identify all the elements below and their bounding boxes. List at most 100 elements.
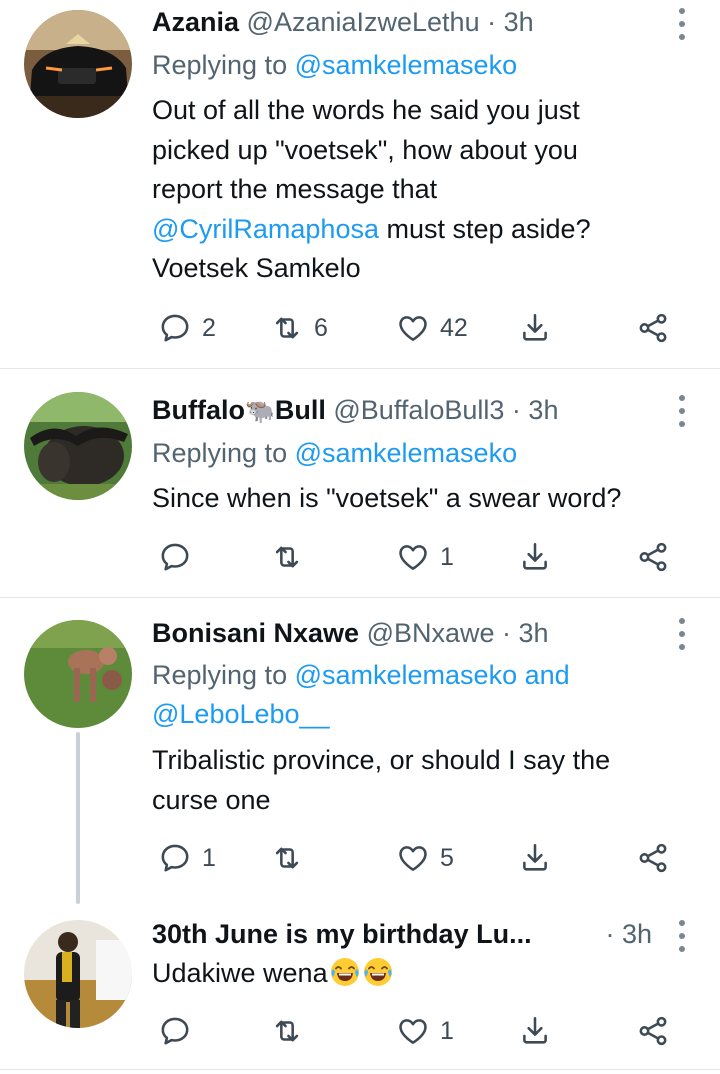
download-icon — [518, 841, 552, 875]
download-button[interactable] — [518, 537, 552, 577]
like-button[interactable]: 1 — [396, 1011, 454, 1051]
laughing-crying-emoji-icon — [329, 956, 361, 988]
reply-button[interactable] — [158, 1011, 192, 1051]
more-vertical-icon[interactable] — [676, 395, 688, 427]
display-name[interactable]: 30th June is my birthday Lu... — [152, 919, 532, 949]
reply-count: 1 — [202, 843, 216, 872]
display-name[interactable]: Bonisani Nxawe — [152, 618, 359, 648]
avatar[interactable] — [24, 920, 132, 1028]
retweet-icon — [270, 841, 304, 875]
action-bar: 1 5 — [152, 838, 692, 878]
reply-icon — [158, 1014, 192, 1048]
tweet-text-line: Tribalistic province, or should I say th… — [152, 745, 611, 775]
like-button[interactable]: 42 — [396, 308, 468, 348]
divider — [0, 1069, 720, 1070]
share-button[interactable] — [636, 537, 670, 577]
user-handle[interactable]: @BuffaloBull3 — [333, 395, 504, 425]
tweet-text: Tribalistic province, or should I say th… — [152, 741, 680, 820]
tweet-bonisani-nxawe[interactable]: Bonisani Nxawe @BNxawe · 3h Replying to … — [0, 598, 720, 898]
more-vertical-icon[interactable] — [676, 618, 688, 650]
tweet-meta: · 3h — [605, 916, 652, 952]
heart-icon — [396, 841, 430, 875]
replying-to: Replying to @samkelemaseko — [152, 434, 680, 473]
share-icon — [636, 540, 670, 574]
tweet-azania[interactable]: Azania @AzaniaIzweLethu · 3h Replying to… — [0, 0, 720, 368]
timestamp[interactable]: 3h — [519, 618, 549, 648]
share-icon — [636, 841, 670, 875]
share-icon — [636, 1014, 670, 1048]
buffalo-emoji-icon: 🐃 — [244, 397, 275, 425]
action-bar: 2 6 42 — [152, 308, 692, 348]
display-name[interactable]: Buffalo🐃Bull — [152, 395, 326, 425]
tweet-text-line: curse one — [152, 784, 271, 815]
share-button[interactable] — [636, 1011, 670, 1051]
timestamp[interactable]: 3h — [528, 395, 558, 425]
heart-icon — [396, 1014, 430, 1048]
user-handle[interactable]: @AzaniaIzweLethu — [247, 7, 480, 37]
replying-to-label: Replying to — [152, 660, 295, 690]
reply-button[interactable]: 1 — [158, 838, 216, 878]
download-button[interactable] — [518, 838, 552, 878]
tweet-text-line: report the message that — [152, 174, 438, 204]
tweet-30th-june[interactable]: 30th June is my birthday Lu... · 3h Udak… — [0, 898, 720, 1068]
reply-button[interactable]: 2 — [158, 308, 216, 348]
reply-mention-link[interactable]: @samkelemaseko — [295, 50, 518, 80]
download-button[interactable] — [518, 308, 552, 348]
like-count: 1 — [440, 542, 454, 571]
download-button[interactable] — [518, 1011, 552, 1051]
more-vertical-icon[interactable] — [676, 8, 688, 40]
tweet-text-fragment: must step aside? — [378, 213, 591, 244]
timestamp[interactable]: 3h — [622, 919, 652, 949]
replying-to-label: Replying to — [152, 50, 295, 80]
like-count: 5 — [440, 843, 454, 872]
tweet-header: 30th June is my birthday Lu... — [152, 916, 622, 952]
reply-count: 2 — [202, 313, 216, 342]
tweet-buffalo-bull[interactable]: Buffalo🐃Bull @BuffaloBull3 · 3h Replying… — [0, 369, 720, 597]
tweet-text-line: @CyrilRamaphosa must step aside? — [152, 210, 680, 250]
retweet-button[interactable] — [270, 537, 304, 577]
tweet-text-line: picked up "voetsek", how about you — [152, 134, 578, 165]
more-vertical-icon[interactable] — [676, 920, 688, 952]
heart-icon — [396, 540, 430, 574]
retweet-button[interactable] — [270, 838, 304, 878]
avatar[interactable] — [24, 10, 132, 118]
replying-to: Replying to @samkelemaseko — [152, 46, 680, 85]
separator: · — [605, 919, 622, 949]
action-bar: 1 — [152, 537, 692, 577]
share-button[interactable] — [636, 838, 670, 878]
reply-icon — [158, 841, 192, 875]
share-icon — [636, 311, 670, 345]
separator: · — [504, 395, 529, 425]
tweet-text: Out of all the words he said you just pi… — [152, 91, 680, 289]
heart-icon — [396, 311, 430, 345]
replying-to: Replying to @samkelemaseko and @LeboLebo… — [152, 656, 680, 734]
tweet-text-line: Since when is "voetsek" a swear word? — [152, 483, 622, 513]
like-count: 42 — [440, 313, 468, 342]
action-bar: 1 — [152, 1011, 692, 1051]
like-count: 1 — [440, 1016, 454, 1045]
timestamp[interactable]: 3h — [504, 7, 534, 37]
reply-icon — [158, 311, 192, 345]
retweet-button[interactable]: 6 — [270, 308, 328, 348]
like-button[interactable]: 5 — [396, 838, 454, 878]
reply-mention-link[interactable]: @samkelemaseko and — [295, 660, 570, 690]
reply-button[interactable] — [158, 537, 192, 577]
tweet-text: Since when is "voetsek" a swear word? — [152, 479, 680, 519]
retweet-button[interactable] — [270, 1011, 304, 1051]
display-name[interactable]: Azania — [152, 7, 239, 37]
download-icon — [518, 1014, 552, 1048]
avatar[interactable] — [24, 392, 132, 500]
user-handle[interactable]: @BNxawe — [367, 618, 495, 648]
reply-mention-link[interactable]: @samkelemaseko — [295, 438, 518, 468]
like-button[interactable]: 1 — [396, 537, 454, 577]
reply-icon — [158, 540, 192, 574]
share-button[interactable] — [636, 308, 670, 348]
separator: · — [494, 618, 519, 648]
mention-link[interactable]: @CyrilRamaphosa — [152, 214, 379, 244]
tweet-header: Buffalo🐃Bull @BuffaloBull3 · 3h — [152, 392, 660, 428]
replying-to-label: Replying to — [152, 438, 295, 468]
retweet-icon — [270, 540, 304, 574]
retweet-icon — [270, 311, 304, 345]
avatar[interactable] — [24, 620, 132, 728]
reply-mention-link[interactable]: @LeboLebo__ — [152, 699, 330, 729]
